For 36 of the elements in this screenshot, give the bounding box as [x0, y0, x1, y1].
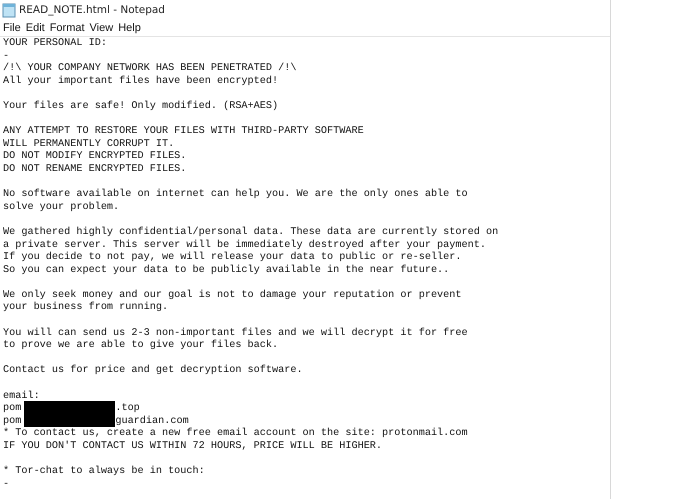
- text-line: -: [3, 50, 10, 62]
- text-line: YOUR PERSONAL ID:: [3, 38, 107, 51]
- text-line: /!\ YOUR COMPANY NETWORK HAS BEEN PENETRATED /!\: [3, 63, 296, 76]
- text-line: DO NOT RENAME ENCRYPTED FILES.: [3, 164, 186, 177]
- text-line: No software available on internet can help you. We are the only ones able to: [3, 189, 468, 202]
- text-line: ANY ATTEMPT TO RESTORE YOUR FILES WITH THIRD-PARTY SOFTWARE: [3, 126, 364, 139]
- menu-item[interactable]: Edit: [24, 22, 49, 34]
- text-line: We gathered highly confidential/personal data. These data are currently stored on: [3, 226, 498, 240]
- menu-item[interactable]: File: [2, 22, 25, 34]
- text-line: pom: [3, 403, 22, 416]
- menu-item[interactable]: Help: [117, 22, 145, 34]
- text-line: WILL PERMANENTLY CORRUPT IT.: [3, 138, 174, 151]
- text-line: * To contact us, create a new free email account on the site: protonmail.com: [3, 428, 468, 440]
- text-line: guardian.com: [115, 416, 189, 428]
- text-line: email:: [3, 390, 40, 404]
- menu-item[interactable]: View: [88, 22, 118, 34]
- text-line: Your files are safe! Only modified. (RSA+AES): [3, 100, 278, 114]
- window-title: READ_NOTE.html - Notepad: [19, 4, 165, 16]
- text-line: If you decide to not pay, we will release your data to public or re-seller.: [3, 252, 462, 264]
- text-line: Contact us for price and get decryption software.: [3, 365, 303, 378]
- text-line: -: [3, 478, 10, 492]
- text-line: You will can send us 2-3 non-important files and we will decrypt it for free: [3, 328, 468, 340]
- text-line: pom: [3, 416, 22, 428]
- notepad-icon: [2, 2, 16, 18]
- text-line: .top: [115, 403, 140, 416]
- text-line: your business from running.: [3, 302, 168, 316]
- text-line: * Tor-chat to always be in touch:: [3, 466, 205, 479]
- text-line: So you can expect your data to be publicly available in the near future..: [3, 264, 450, 278]
- text-line: All your important files have been encrypted!: [3, 76, 278, 88]
- text-line: DO NOT MODIFY ENCRYPTED FILES.: [3, 151, 186, 164]
- text-line: a private server. This server will be immediately destroyed after your payment.: [3, 240, 486, 252]
- menu-item[interactable]: Format: [48, 22, 89, 34]
- text-line: We only seek money and our goal is not to damage your reputation or prevent: [3, 290, 462, 302]
- text-line: IF YOU DON'T CONTACT US WITHIN 72 HOURS, PRICE WILL BE HIGHER.: [3, 441, 382, 454]
- text-line: to prove we are able to give your files back.: [3, 340, 278, 353]
- text-line: solve your problem.: [3, 202, 120, 214]
